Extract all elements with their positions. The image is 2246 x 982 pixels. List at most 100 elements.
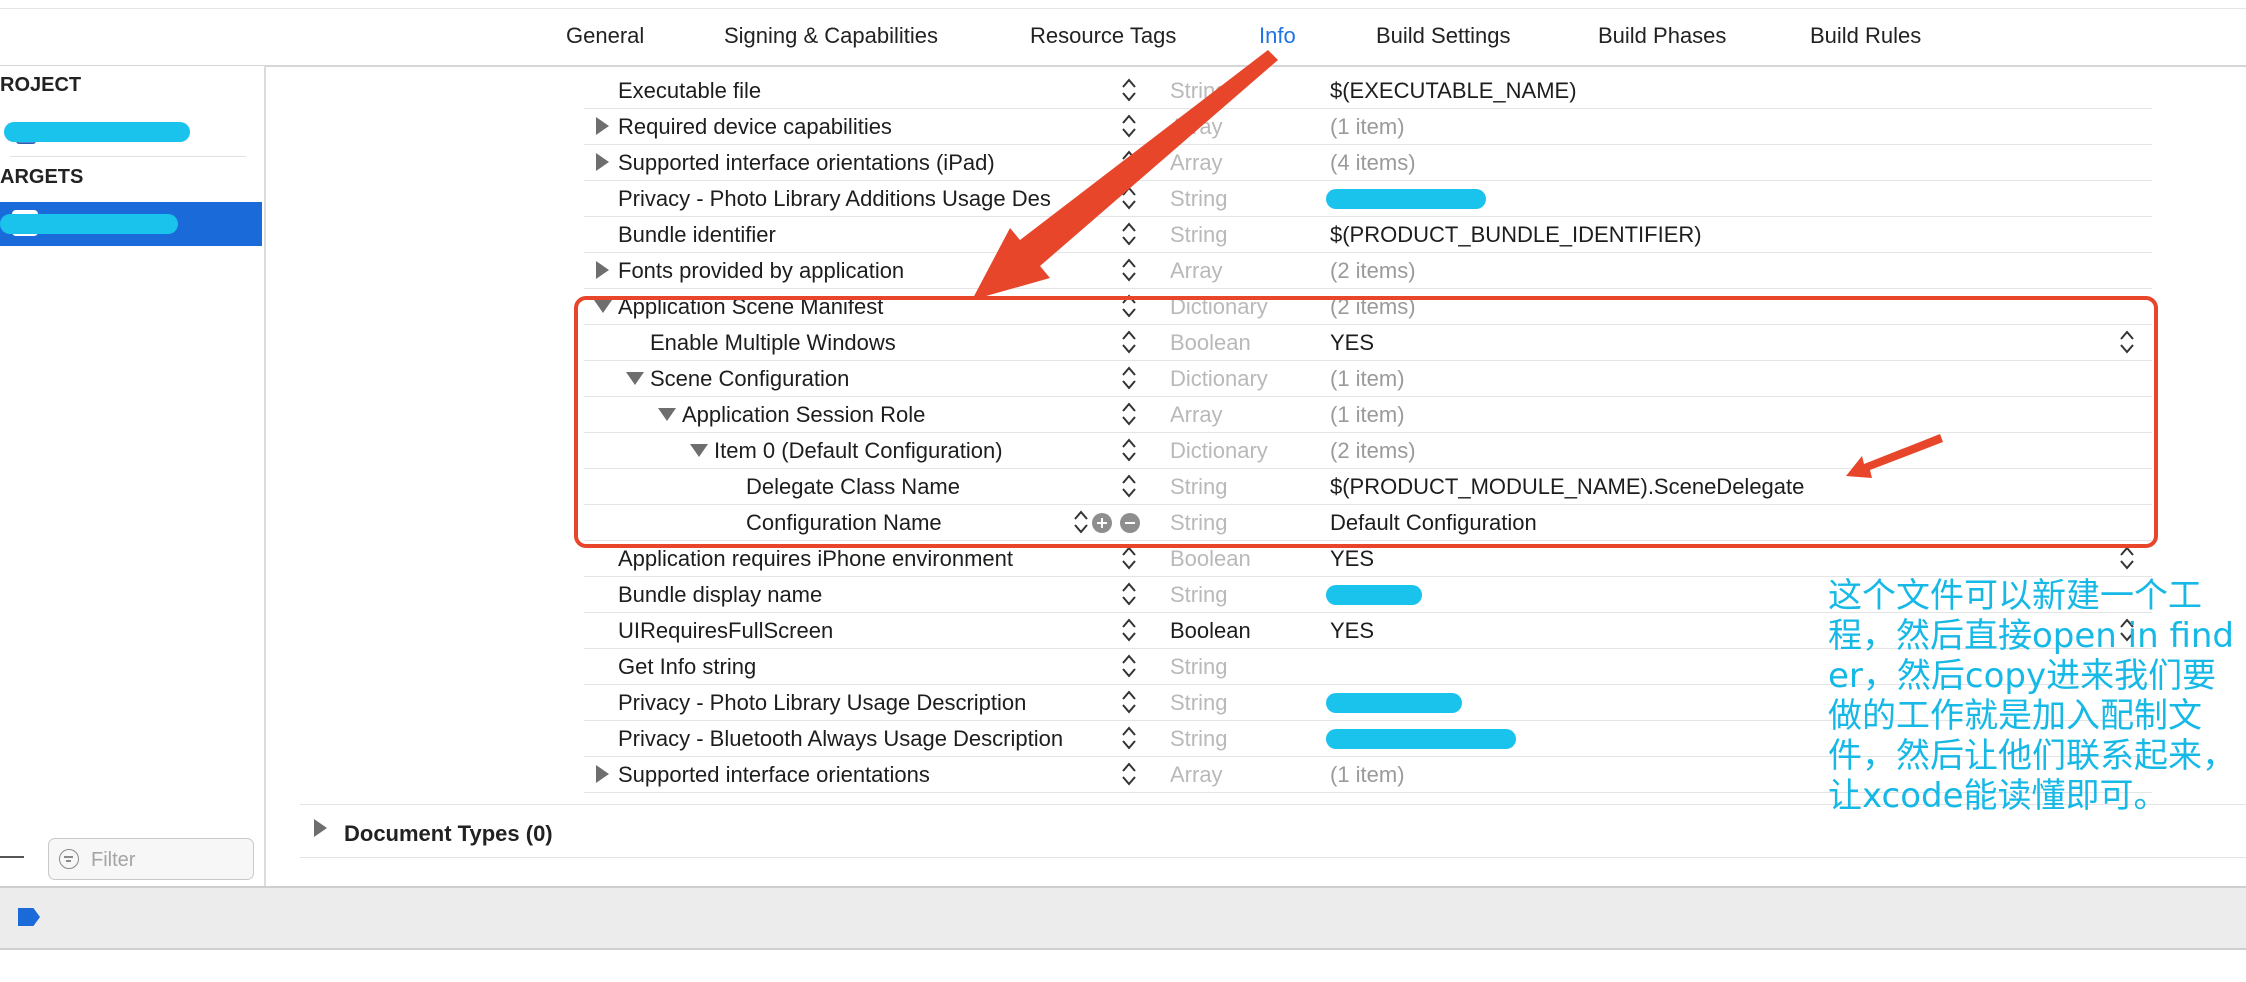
plist-type[interactable]: Array <box>1170 762 1223 788</box>
key-stepper-icon[interactable] <box>1120 147 1138 177</box>
key-stepper-icon[interactable] <box>1120 219 1138 249</box>
plist-type[interactable]: Boolean <box>1170 618 1251 644</box>
plist-row[interactable]: Application requires iPhone environment B… <box>584 540 2152 577</box>
value-stepper-icon[interactable] <box>2118 543 2136 573</box>
target-item-selected[interactable] <box>0 202 262 246</box>
tab-resource-tags[interactable]: Resource Tags <box>1030 23 1176 49</box>
filter-input[interactable] <box>89 845 243 875</box>
key-stepper-icon[interactable] <box>1120 291 1138 321</box>
plist-key[interactable]: Application Scene Manifest <box>618 294 883 320</box>
key-stepper-icon[interactable] <box>1120 759 1138 789</box>
plist-type[interactable]: String <box>1170 78 1227 104</box>
remove-row-icon[interactable] <box>1120 513 1140 533</box>
disclosure-triangle-icon[interactable] <box>594 300 612 313</box>
plist-type[interactable]: Boolean <box>1170 330 1251 356</box>
plist-type[interactable]: String <box>1170 726 1227 752</box>
key-stepper-icon[interactable] <box>1120 723 1138 753</box>
plist-key[interactable]: Configuration Name <box>746 510 942 536</box>
plist-row[interactable]: Configuration Name String Default Configur… <box>584 504 2152 541</box>
tab-general[interactable]: General <box>566 23 644 49</box>
plist-key[interactable]: Supported interface orientations (iPad) <box>618 150 995 176</box>
plist-row[interactable]: Delegate Class Name String $(PRODUCT_MODUL… <box>584 468 2152 505</box>
plist-key[interactable]: Item 0 (Default Configuration) <box>714 438 1003 464</box>
plist-value[interactable]: $(PRODUCT_BUNDLE_IDENTIFIER) <box>1330 222 1702 248</box>
plist-key[interactable]: Required device capabilities <box>618 114 892 140</box>
key-stepper-icon[interactable] <box>1120 651 1138 681</box>
plist-row[interactable]: Bundle identifier String $(PRODUCT_BUNDLE_… <box>584 216 2152 253</box>
plist-row[interactable]: Item 0 (Default Configuration) Dictionary… <box>584 432 2152 469</box>
plist-key[interactable]: Supported interface orientations <box>618 762 930 788</box>
plist-key[interactable]: Privacy - Bluetooth Always Usage Descrip… <box>618 726 1063 752</box>
plist-value[interactable]: (1 item) <box>1330 114 1405 140</box>
disclosure-triangle-icon[interactable] <box>596 765 609 783</box>
plist-key[interactable]: Get Info string <box>618 654 756 680</box>
plist-key[interactable]: Bundle identifier <box>618 222 776 248</box>
filter-field[interactable] <box>48 838 254 880</box>
tab-build-phases[interactable]: Build Phases <box>1598 23 1726 49</box>
plist-type[interactable]: String <box>1170 222 1227 248</box>
plist-key[interactable]: Delegate Class Name <box>746 474 960 500</box>
key-stepper-icon[interactable] <box>1120 579 1138 609</box>
plist-row[interactable]: Required device capabilities Array (1 item… <box>584 108 2152 145</box>
disclosure-triangle-icon[interactable] <box>596 153 609 171</box>
plist-type[interactable]: String <box>1170 186 1227 212</box>
disclosure-triangle-icon[interactable] <box>690 444 708 457</box>
plist-type[interactable]: String <box>1170 474 1227 500</box>
key-stepper-icon[interactable] <box>1120 471 1138 501</box>
key-stepper-icon[interactable] <box>1072 507 1090 537</box>
tab-info[interactable]: Info <box>1259 23 1296 49</box>
plist-value[interactable]: (2 items) <box>1330 294 1416 320</box>
plist-value[interactable]: YES <box>1330 330 1374 356</box>
plist-value[interactable]: $(PRODUCT_MODULE_NAME).SceneDelegate <box>1330 474 1804 500</box>
plist-key[interactable]: UIRequiresFullScreen <box>618 618 833 644</box>
tab-build-rules[interactable]: Build Rules <box>1810 23 1921 49</box>
key-stepper-icon[interactable] <box>1120 255 1138 285</box>
plist-key[interactable]: Fonts provided by application <box>618 258 904 284</box>
plist-key[interactable]: Bundle display name <box>618 582 822 608</box>
plist-row[interactable]: Fonts provided by application Array (2 ite… <box>584 252 2152 289</box>
plist-type[interactable]: Dictionary <box>1170 366 1268 392</box>
plist-row[interactable]: Supported interface orientations (iPad) A… <box>584 144 2152 181</box>
remove-target-icon[interactable] <box>0 856 24 858</box>
plist-value[interactable]: Default Configuration <box>1330 510 1537 536</box>
plist-type[interactable]: Array <box>1170 114 1223 140</box>
key-stepper-icon[interactable] <box>1120 687 1138 717</box>
plist-value[interactable]: (4 items) <box>1330 150 1416 176</box>
plist-value[interactable]: YES <box>1330 546 1374 572</box>
plist-type[interactable]: String <box>1170 654 1227 680</box>
plist-value[interactable]: (2 items) <box>1330 258 1416 284</box>
plist-value[interactable]: (1 item) <box>1330 366 1405 392</box>
plist-type[interactable]: Array <box>1170 402 1223 428</box>
plist-row[interactable]: Application Session Role Array (1 item) <box>584 396 2152 433</box>
plist-key[interactable]: Scene Configuration <box>650 366 849 392</box>
key-stepper-icon[interactable] <box>1120 75 1138 105</box>
plist-value[interactable]: (1 item) <box>1330 402 1405 428</box>
disclosure-triangle-icon[interactable] <box>596 117 609 135</box>
plist-key[interactable]: Executable file <box>618 78 761 104</box>
plist-key[interactable]: Enable Multiple Windows <box>650 330 896 356</box>
add-row-icon[interactable] <box>1092 513 1112 533</box>
plist-key[interactable]: Application requires iPhone environment <box>618 546 1013 572</box>
plist-type[interactable]: Boolean <box>1170 546 1251 572</box>
plist-type[interactable]: Array <box>1170 258 1223 284</box>
tab-signing-capabilities[interactable]: Signing & Capabilities <box>724 23 938 49</box>
plist-type[interactable]: Array <box>1170 150 1223 176</box>
plist-value[interactable]: $(EXECUTABLE_NAME) <box>1330 78 1577 104</box>
disclosure-triangle-icon[interactable] <box>626 372 644 385</box>
disclosure-triangle-icon[interactable] <box>596 261 609 279</box>
plist-key[interactable]: Privacy - Photo Library Usage Descriptio… <box>618 690 1026 716</box>
key-stepper-icon[interactable] <box>1120 543 1138 573</box>
key-stepper-icon[interactable] <box>1120 111 1138 141</box>
plist-type[interactable]: Dictionary <box>1170 294 1268 320</box>
key-stepper-icon[interactable] <box>1120 327 1138 357</box>
project-item[interactable] <box>0 114 260 150</box>
disclosure-triangle-icon[interactable] <box>314 819 327 837</box>
plist-type[interactable]: String <box>1170 510 1227 536</box>
plist-row[interactable]: Scene Configuration Dictionary (1 item) <box>584 360 2152 397</box>
value-stepper-icon[interactable] <box>2118 327 2136 357</box>
key-stepper-icon[interactable] <box>1120 183 1138 213</box>
plist-row[interactable]: Executable file String $(EXECUTABLE_NAME) <box>584 72 2152 109</box>
plist-row[interactable]: Privacy - Photo Library Additions Usage … <box>584 180 2152 217</box>
plist-row[interactable]: Enable Multiple Windows Boolean YES <box>584 324 2152 361</box>
plist-row[interactable]: Application Scene Manifest Dictionary (2 i… <box>584 288 2152 325</box>
